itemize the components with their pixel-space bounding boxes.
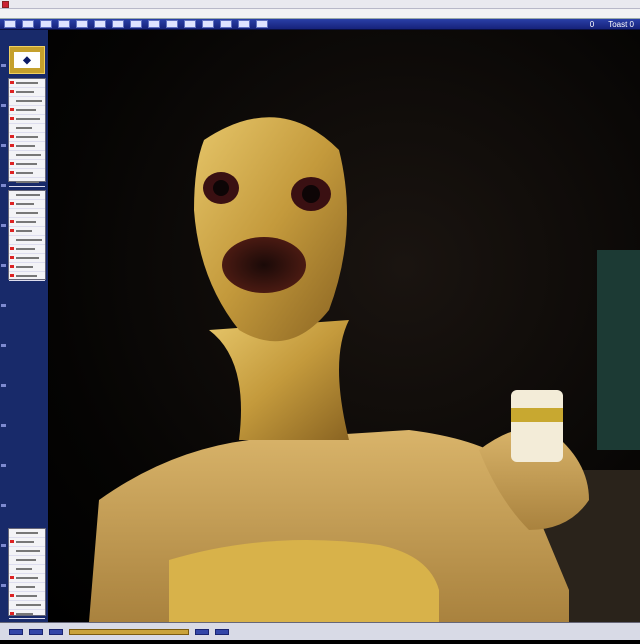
search-label[interactable]: Toast 0 [608, 20, 634, 29]
list-item[interactable] [9, 245, 45, 254]
tool-button-12[interactable] [202, 20, 214, 28]
strip-mark [1, 264, 6, 267]
list-item[interactable] [9, 133, 45, 142]
logo: ◆ [9, 46, 45, 74]
image-canvas[interactable] [49, 30, 640, 622]
layers-list[interactable] [8, 78, 46, 187]
tool-button-5[interactable] [76, 20, 88, 28]
status-segment[interactable] [215, 628, 229, 635]
title-bar [0, 0, 640, 9]
app-icon[interactable] [2, 0, 9, 8]
strip-mark [1, 504, 6, 507]
tool-button-8[interactable] [130, 20, 142, 28]
strip-mark [1, 304, 6, 307]
left-pupil [213, 180, 229, 196]
tool-button-1[interactable] [4, 20, 16, 28]
list-item[interactable] [9, 115, 45, 124]
history-list[interactable] [8, 528, 46, 619]
list-item[interactable] [9, 209, 45, 218]
tool-button-3[interactable] [40, 20, 52, 28]
strip-mark [1, 64, 6, 67]
tool-button-14[interactable] [238, 20, 250, 28]
strip-mark [1, 384, 6, 387]
list-item[interactable] [9, 601, 45, 610]
status-segment[interactable] [49, 628, 63, 635]
status-segment[interactable] [9, 628, 23, 635]
background-monitor [597, 250, 640, 450]
strip-mark [1, 424, 6, 427]
list-item[interactable] [9, 227, 45, 236]
strip-mark [1, 104, 6, 107]
list-item[interactable] [9, 254, 45, 263]
status-segment[interactable] [195, 628, 209, 635]
tool-button-13[interactable] [220, 20, 232, 28]
gold-garment [169, 540, 439, 622]
right-pupil [302, 185, 320, 203]
logo-icon: ◆ [14, 52, 40, 68]
tool-button-11[interactable] [184, 20, 196, 28]
strip-mark [1, 344, 6, 347]
list-item[interactable] [9, 88, 45, 97]
panel-scroll-strip[interactable] [1, 64, 6, 644]
list-item[interactable] [9, 160, 45, 169]
tool-button-15[interactable] [256, 20, 268, 28]
list-item[interactable] [9, 218, 45, 227]
list-item[interactable] [9, 565, 45, 574]
list-item[interactable] [9, 547, 45, 556]
list-item[interactable] [9, 574, 45, 583]
list-item[interactable] [9, 200, 45, 209]
open-mouth [222, 237, 306, 293]
tool-button-10[interactable] [166, 20, 178, 28]
list-item[interactable] [9, 79, 45, 88]
tool-button-2[interactable] [22, 20, 34, 28]
list-item[interactable] [9, 272, 45, 281]
photo-image [89, 117, 640, 622]
toolbar: 0 Toast 0 [0, 19, 640, 30]
list-item[interactable] [9, 169, 45, 178]
list-item[interactable] [9, 236, 45, 245]
strip-mark [1, 224, 6, 227]
status-bar [0, 622, 640, 640]
tool-button-9[interactable] [148, 20, 160, 28]
status-segment[interactable] [29, 628, 43, 635]
list-item[interactable] [9, 178, 45, 187]
zoom-label: 0 [589, 19, 595, 29]
list-item[interactable] [9, 610, 45, 619]
strip-mark [1, 464, 6, 467]
list-item[interactable] [9, 538, 45, 547]
list-item[interactable] [9, 529, 45, 538]
list-item[interactable] [9, 142, 45, 151]
list-item[interactable] [9, 124, 45, 133]
tool-button-7[interactable] [112, 20, 124, 28]
list-item[interactable] [9, 592, 45, 601]
strip-mark [1, 584, 6, 587]
properties-list[interactable] [8, 190, 46, 281]
cup-label [511, 408, 563, 422]
strip-mark [1, 144, 6, 147]
list-item[interactable] [9, 151, 45, 160]
tool-button-6[interactable] [94, 20, 106, 28]
list-item[interactable] [9, 263, 45, 272]
progress-bar [69, 628, 189, 635]
tool-button-4[interactable] [58, 20, 70, 28]
list-item[interactable] [9, 106, 45, 115]
strip-mark [1, 184, 6, 187]
held-cup [511, 390, 563, 462]
list-item[interactable] [9, 97, 45, 106]
menu-bar [0, 9, 640, 19]
list-item[interactable] [9, 583, 45, 592]
list-item[interactable] [9, 556, 45, 565]
strip-mark [1, 544, 6, 547]
head [194, 117, 347, 342]
list-item[interactable] [9, 191, 45, 200]
